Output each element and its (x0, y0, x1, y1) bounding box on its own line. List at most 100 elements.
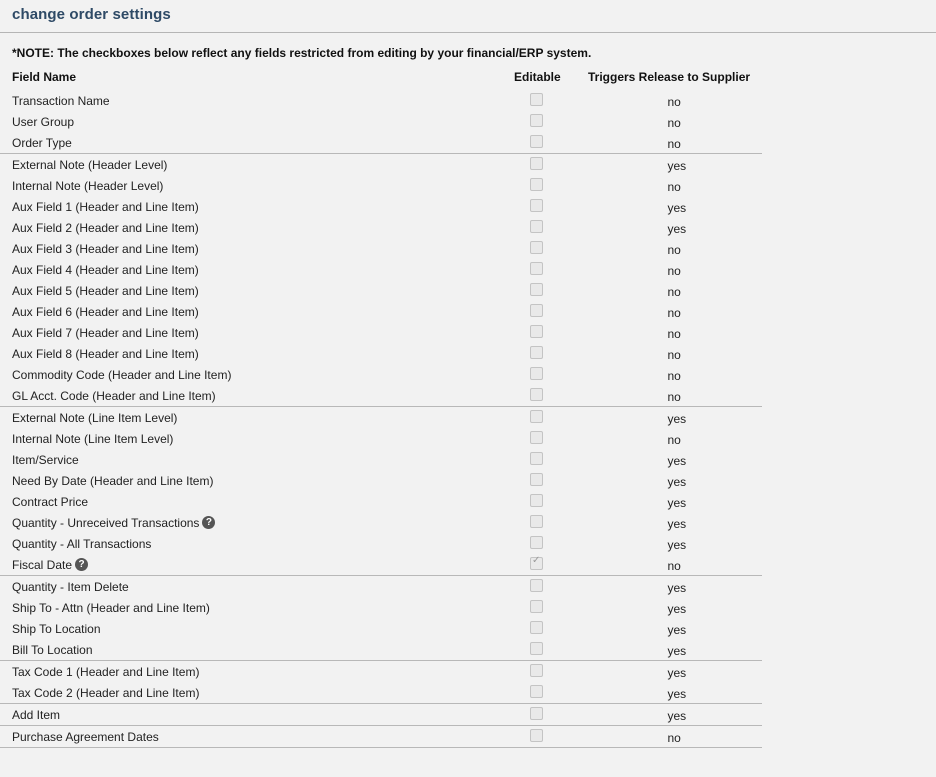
editable-checkbox[interactable] (530, 473, 543, 486)
field-name: Tax Code 2 (Header and Line Item) (12, 686, 199, 700)
field-name: Internal Note (Line Item Level) (12, 432, 173, 446)
editable-checkbox[interactable] (530, 621, 543, 634)
field-name: Commodity Code (Header and Line Item) (12, 368, 231, 382)
triggers-release-text: no (667, 137, 681, 151)
column-header-editable: Editable (514, 70, 561, 84)
triggers-release-text: no (667, 243, 681, 257)
field-name-label: Commodity Code (Header and Line Item) (12, 368, 232, 382)
editable-checkbox[interactable] (530, 664, 543, 677)
table-row: Aux Field 5 (Header and Line Item) no (0, 280, 762, 301)
field-name-label: Contract Price (12, 495, 89, 509)
editable-checkbox[interactable] (530, 283, 543, 296)
triggers-release-value: yes (668, 159, 687, 173)
triggers-release-value: yes (668, 201, 687, 215)
field-name: Item/Service (12, 453, 79, 467)
field-name: User Group (12, 115, 74, 129)
editable-checkbox[interactable] (530, 220, 543, 233)
editable-checkbox[interactable] (530, 600, 543, 613)
triggers-release-value: yes (668, 412, 687, 426)
editable-checkbox[interactable] (530, 304, 543, 317)
table-row: Quantity - Item Delete yes (0, 575, 762, 597)
editable-checkbox[interactable] (530, 642, 543, 655)
triggers-release-value: yes (668, 538, 687, 552)
triggers-release-value: yes (668, 623, 687, 637)
triggers-release-text: no (667, 390, 681, 404)
table-row: Aux Field 7 (Header and Line Item) no (0, 322, 762, 343)
triggers-release-text: yes (667, 412, 687, 426)
field-name: Bill To Location (12, 643, 93, 657)
table-row: User Group no (0, 111, 762, 132)
triggers-release-text: yes (667, 222, 687, 236)
field-name: Aux Field 2 (Header and Line Item) (12, 221, 199, 235)
triggers-release-text: yes (667, 496, 687, 510)
editable-checkbox[interactable] (530, 452, 543, 465)
editable-checkbox[interactable] (530, 199, 543, 212)
editable-checkbox[interactable] (530, 515, 543, 528)
field-name-label: GL Acct. Code (Header and Line Item) (12, 389, 216, 403)
help-icon[interactable]: ? (75, 558, 89, 572)
field-name: Internal Note (Header Level) (12, 179, 163, 193)
table-row: Ship To Location yes (0, 618, 762, 639)
field-name-label: Add Item (12, 708, 61, 722)
table-row: Aux Field 8 (Header and Line Item) no (0, 343, 762, 364)
triggers-release-value: yes (668, 687, 687, 701)
table-row: Aux Field 1 (Header and Line Item) yes (0, 196, 762, 217)
field-name-label: Aux Field 8 (Header and Line Item) (12, 347, 199, 361)
editable-checkbox[interactable] (530, 135, 543, 148)
triggers-release-text: yes (667, 517, 687, 531)
editable-checkbox[interactable] (530, 494, 543, 507)
editable-checkbox[interactable] (530, 262, 543, 275)
field-name-label: Aux Field 7 (Header and Line Item) (12, 326, 199, 340)
table-row: External Note (Header Level) yes (0, 153, 762, 175)
field-name: Purchase Agreement Dates (12, 730, 159, 744)
field-name: Quantity - All Transactions (12, 537, 151, 551)
field-name-label: Fiscal Date (12, 558, 73, 572)
field-name-label: Aux Field 1 (Header and Line Item) (12, 200, 199, 214)
editable-checkbox[interactable] (530, 346, 543, 359)
editable-checkbox[interactable] (530, 555, 543, 570)
triggers-release-text: no (667, 180, 681, 194)
field-name-label: Aux Field 6 (Header and Line Item) (12, 305, 199, 319)
field-name-label: Item/Service (12, 453, 79, 467)
editable-checkbox[interactable] (530, 431, 543, 444)
editable-checkbox[interactable] (530, 536, 543, 549)
table-row: Aux Field 3 (Header and Line Item) no (0, 238, 762, 259)
editable-checkbox[interactable] (530, 388, 543, 401)
triggers-release-value: no (668, 390, 681, 404)
editable-checkbox[interactable] (530, 178, 543, 191)
triggers-release-value: no (668, 433, 681, 447)
field-name: Quantity - Unreceived Transactions? (12, 516, 216, 530)
editable-checkbox[interactable] (530, 367, 543, 380)
field-name-label: Aux Field 5 (Header and Line Item) (12, 284, 199, 298)
triggers-release-text: no (667, 116, 681, 130)
table-row: Need By Date (Header and Line Item) yes (0, 470, 762, 491)
field-name: Order Type (12, 136, 72, 150)
editable-checkbox[interactable] (530, 579, 543, 592)
editable-checkbox[interactable] (530, 114, 543, 127)
editable-checkbox[interactable] (530, 241, 543, 254)
triggers-release-value: no (668, 137, 681, 151)
table-row: Fiscal Date? no (0, 554, 762, 575)
triggers-release-text: yes (667, 159, 687, 173)
triggers-release-text: no (667, 264, 681, 278)
field-name-label: Quantity - Unreceived Transactions (12, 516, 200, 530)
table-row: External Note (Line Item Level) yes (0, 406, 762, 428)
editable-checkbox[interactable] (530, 93, 543, 106)
column-header-triggers-release: Triggers Release to Supplier (588, 70, 751, 84)
field-name-label: Need By Date (Header and Line Item) (12, 474, 214, 488)
editable-checkbox[interactable] (530, 157, 543, 170)
editable-checkbox[interactable] (530, 729, 543, 742)
field-name: Aux Field 5 (Header and Line Item) (12, 284, 199, 298)
editable-checkbox[interactable] (530, 685, 543, 698)
editable-checkbox[interactable] (530, 707, 543, 720)
table-row: Commodity Code (Header and Line Item) no (0, 364, 762, 385)
field-name-label: Tax Code 1 (Header and Line Item) (12, 665, 200, 679)
editable-checkbox[interactable] (530, 325, 543, 338)
field-name: Aux Field 7 (Header and Line Item) (12, 326, 199, 340)
triggers-release-value: yes (668, 581, 687, 595)
table-row: Transaction Name no (0, 90, 762, 111)
table-row: Tax Code 2 (Header and Line Item) yes (0, 682, 762, 703)
editable-checkbox[interactable] (530, 410, 543, 423)
triggers-release-text: no (667, 95, 681, 109)
help-icon[interactable]: ? (202, 516, 216, 530)
